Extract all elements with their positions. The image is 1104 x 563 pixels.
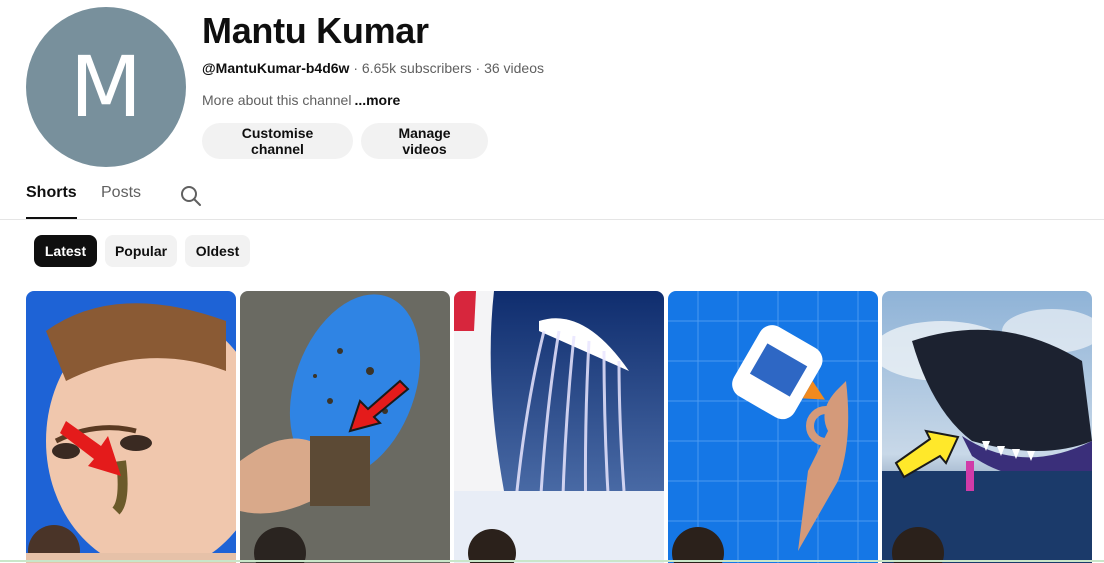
channel-tabs: Shorts Posts xyxy=(0,176,1104,220)
short-thumbnail[interactable] xyxy=(882,291,1092,563)
tab-shorts[interactable]: Shorts xyxy=(26,184,77,219)
about-channel-link[interactable]: More about this channel ...more xyxy=(202,92,400,108)
short-thumbnail[interactable] xyxy=(668,291,878,563)
channel-meta: @MantuKumar-b4d6w · 6.65k subscribers · … xyxy=(202,60,544,76)
manage-videos-button[interactable]: Manage videos xyxy=(361,123,488,159)
jellyfish-thumbnail-art xyxy=(454,291,664,563)
customise-channel-button[interactable]: Customise channel xyxy=(202,123,353,159)
channel-handle: @MantuKumar-b4d6w xyxy=(202,60,350,76)
search-icon[interactable] xyxy=(179,184,203,208)
short-thumbnail[interactable] xyxy=(454,291,664,563)
face-thumbnail-art xyxy=(26,291,236,563)
glue-thumbnail-art xyxy=(668,291,878,563)
filter-latest[interactable]: Latest xyxy=(34,235,97,267)
meta-separator: · xyxy=(349,60,362,76)
about-text: More about this channel xyxy=(202,92,352,108)
filter-oldest[interactable]: Oldest xyxy=(185,235,250,267)
shark-thumbnail-art xyxy=(882,291,1092,563)
subscriber-count: 6.65k subscribers xyxy=(361,60,472,76)
channel-avatar[interactable]: M xyxy=(26,7,186,167)
video-count: 36 videos xyxy=(484,60,544,76)
channel-name: Mantu Kumar xyxy=(202,10,429,51)
more-link[interactable]: ...more xyxy=(354,92,400,108)
short-thumbnail[interactable] xyxy=(240,291,450,563)
avatar-letter: M xyxy=(69,38,143,136)
paddle-thumbnail-art xyxy=(240,291,450,563)
meta-separator: · xyxy=(471,60,485,76)
tab-posts[interactable]: Posts xyxy=(101,184,141,202)
filter-popular[interactable]: Popular xyxy=(105,235,177,267)
short-thumbnail[interactable] xyxy=(26,291,236,563)
